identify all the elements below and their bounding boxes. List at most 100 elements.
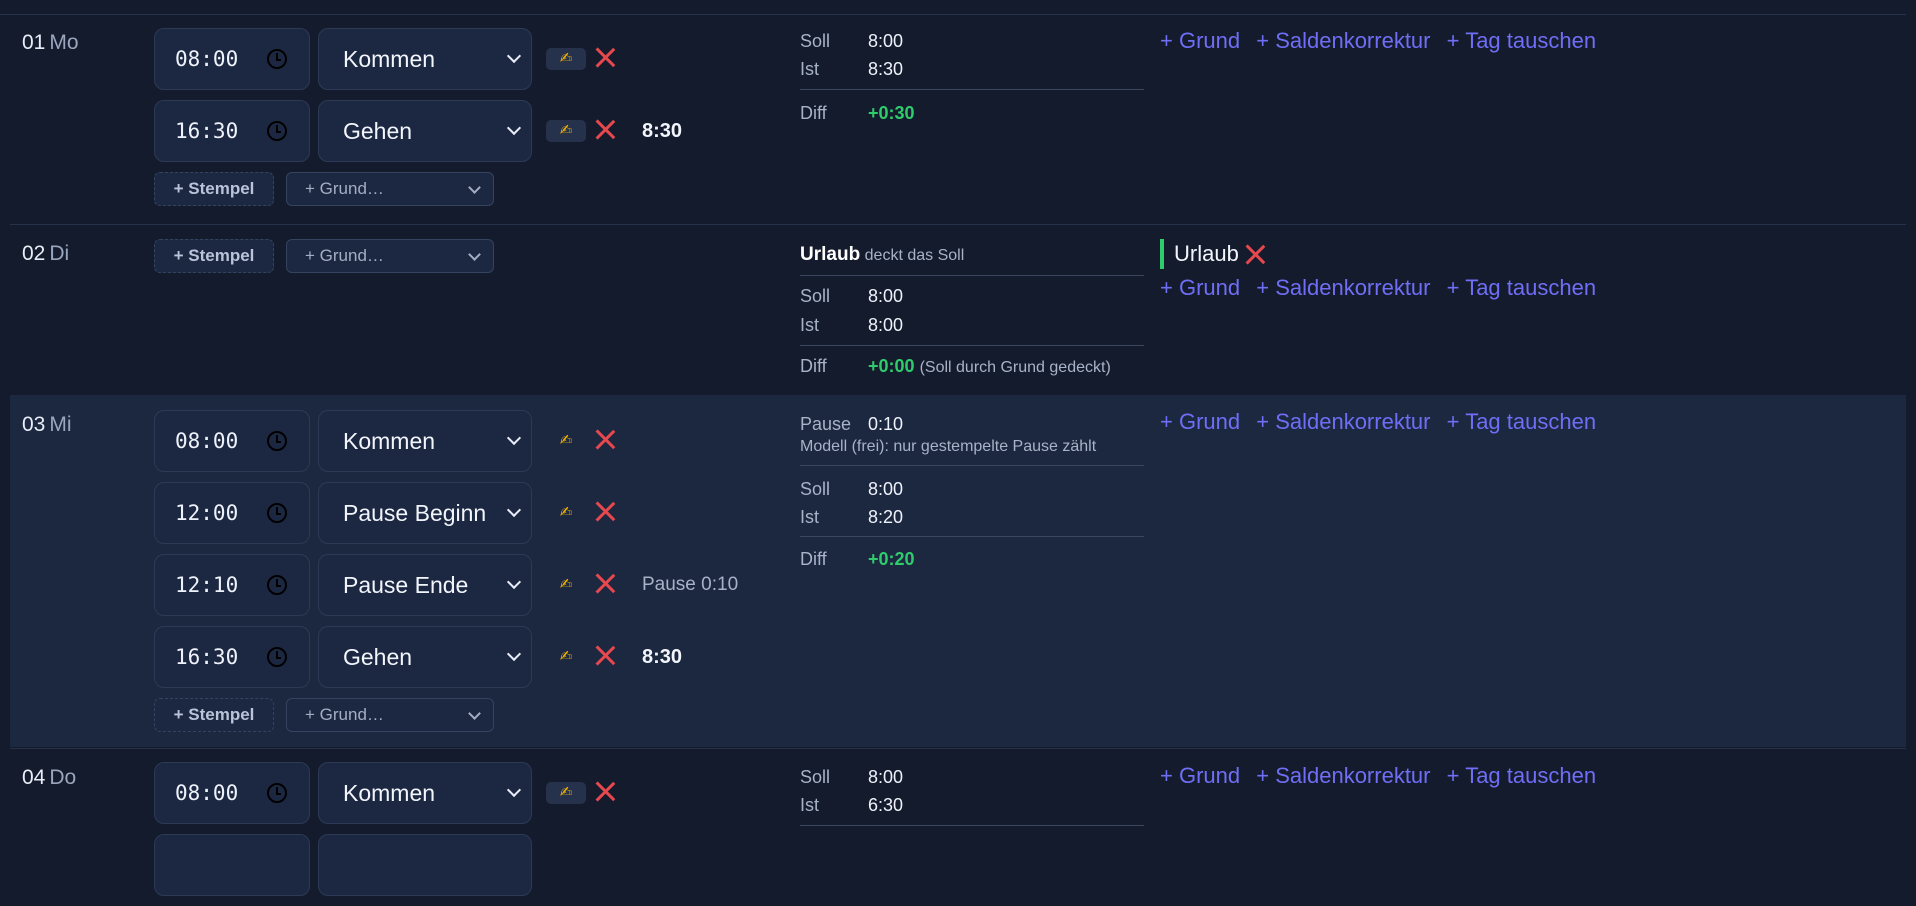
pause-value: 0:10	[868, 414, 904, 434]
add-row: + Stempel + Grund…	[154, 698, 794, 738]
chevron-down-icon	[506, 574, 522, 590]
day-row: 02 Di + Stempel + Grund… Urlaub deckt das…	[10, 224, 1906, 395]
chevron-down-icon	[468, 248, 481, 261]
time-input[interactable]: 08:00	[154, 28, 310, 90]
stamp-type-select[interactable]	[318, 834, 532, 896]
soll-label: Soll	[800, 286, 831, 306]
time-input[interactable]: 16:30	[154, 100, 310, 162]
time-input[interactable]: 16:30	[154, 626, 310, 688]
add-saldenkorrektur-link[interactable]: + Saldenkorrektur	[1256, 409, 1430, 434]
add-grund-select[interactable]: + Grund…	[286, 239, 494, 273]
diff-value: +0:30	[868, 103, 915, 123]
ist-value: 8:20	[868, 507, 904, 527]
soll-label: Soll	[800, 31, 831, 51]
time-input[interactable]: 12:00	[154, 482, 310, 544]
clock-icon[interactable]	[267, 503, 287, 523]
add-saldenkorrektur-link[interactable]: + Saldenkorrektur	[1256, 763, 1430, 788]
diff-label: Diff	[800, 103, 827, 123]
clock-icon[interactable]	[267, 575, 287, 595]
time-input[interactable]: 08:00	[154, 762, 310, 824]
day-row: 04 Do 08:00 Kommen ✍ Soll 8:00 Ist 6:30 +…	[10, 748, 1906, 896]
time-input[interactable]: 12:10	[154, 554, 310, 616]
edit-button[interactable]: ✍	[546, 48, 586, 70]
day-actions: + Grund + Saldenkorrektur + Tag tauschen	[1160, 28, 1606, 54]
divider	[800, 345, 1144, 346]
soll-label: Soll	[800, 767, 831, 787]
soll-value: 8:00	[868, 479, 904, 499]
delete-icon[interactable]	[594, 572, 616, 594]
chevron-down-icon	[506, 782, 522, 798]
day-actions: + Grund + Saldenkorrektur + Tag tauschen	[1160, 763, 1606, 789]
stamp-type-select[interactable]: Gehen	[318, 626, 532, 688]
add-saldenkorrektur-link[interactable]: + Saldenkorrektur	[1256, 28, 1430, 53]
ist-value: 8:00	[868, 315, 904, 335]
clock-icon[interactable]	[267, 431, 287, 451]
pause-model-note: Modell (frei): nur gestempelte Pause zäh…	[800, 438, 1097, 455]
stamp-type-select[interactable]: Kommen	[318, 410, 532, 472]
delete-icon[interactable]	[594, 46, 616, 68]
stamp-row	[154, 834, 794, 906]
soll-value: 8:00	[868, 767, 904, 787]
tag-tauschen-link[interactable]: + Tag tauschen	[1447, 409, 1596, 434]
reason-color-bar	[1160, 239, 1164, 269]
add-grund-link[interactable]: + Grund	[1160, 28, 1240, 53]
tag-tauschen-link[interactable]: + Tag tauschen	[1447, 275, 1596, 300]
chevron-down-icon	[468, 181, 481, 194]
add-saldenkorrektur-link[interactable]: + Saldenkorrektur	[1256, 275, 1430, 300]
reason-label: Urlaub	[1174, 241, 1239, 266]
delete-icon[interactable]	[594, 500, 616, 522]
stamp-row: 16:30 Gehen ✍ 8:30	[154, 100, 794, 172]
add-stamp-button[interactable]: + Stempel	[154, 698, 274, 732]
add-stamp-button[interactable]: + Stempel	[154, 172, 274, 206]
stamp-type-select[interactable]: Pause Ende	[318, 554, 532, 616]
tag-tauschen-link[interactable]: + Tag tauschen	[1447, 28, 1596, 53]
delete-icon[interactable]	[594, 644, 616, 666]
delete-icon[interactable]	[594, 780, 616, 802]
add-grund-link[interactable]: + Grund	[1160, 275, 1240, 300]
edit-button[interactable]: ✍	[546, 430, 586, 452]
edit-button[interactable]: ✍	[546, 502, 586, 524]
delete-icon[interactable]	[594, 118, 616, 140]
add-grund-select[interactable]: + Grund…	[286, 172, 494, 206]
day-date: 03 Mi	[22, 413, 72, 436]
stamp-type-select[interactable]: Kommen	[318, 762, 532, 824]
chevron-down-icon	[468, 707, 481, 720]
tag-tauschen-link[interactable]: + Tag tauschen	[1447, 763, 1596, 788]
add-grund-link[interactable]: + Grund	[1160, 763, 1240, 788]
edit-button[interactable]: ✍	[546, 574, 586, 596]
reason-note: Urlaub deckt das Soll	[800, 244, 965, 265]
day-total: 8:30	[642, 120, 683, 142]
stamp-type-select[interactable]: Kommen	[318, 28, 532, 90]
ist-value: 8:30	[868, 59, 904, 79]
stamp-type-select[interactable]: Gehen	[318, 100, 532, 162]
chevron-down-icon	[506, 430, 522, 446]
chevron-down-icon	[506, 502, 522, 518]
soll-value: 8:00	[868, 286, 904, 306]
divider	[800, 536, 1144, 537]
delete-icon[interactable]	[1244, 243, 1266, 265]
diff-value: +0:20	[868, 549, 915, 569]
pause-duration: Pause 0:10	[642, 574, 739, 595]
add-grund-link[interactable]: + Grund	[1160, 409, 1240, 434]
time-input[interactable]: 08:00	[154, 410, 310, 472]
pause-label: Pause	[800, 414, 852, 434]
delete-icon[interactable]	[594, 428, 616, 450]
add-stamp-button[interactable]: + Stempel	[154, 239, 274, 273]
edit-button[interactable]: ✍	[546, 646, 586, 668]
diff-label: Diff	[800, 356, 827, 376]
clock-icon[interactable]	[267, 783, 287, 803]
diff-label: Diff	[800, 549, 827, 569]
edit-button[interactable]: ✍	[546, 120, 586, 142]
day-actions: + Grund + Saldenkorrektur + Tag tauschen	[1160, 275, 1606, 301]
chevron-down-icon	[506, 48, 522, 64]
ist-value: 6:30	[868, 795, 904, 815]
clock-icon[interactable]	[267, 49, 287, 69]
time-input[interactable]	[154, 834, 310, 896]
clock-icon[interactable]	[267, 121, 287, 141]
clock-icon[interactable]	[267, 647, 287, 667]
stamp-list: + Stempel + Grund…	[154, 239, 794, 279]
divider	[800, 89, 1144, 90]
edit-button[interactable]: ✍	[546, 782, 586, 804]
add-grund-select[interactable]: + Grund…	[286, 698, 494, 732]
stamp-type-select[interactable]: Pause Beginn	[318, 482, 532, 544]
